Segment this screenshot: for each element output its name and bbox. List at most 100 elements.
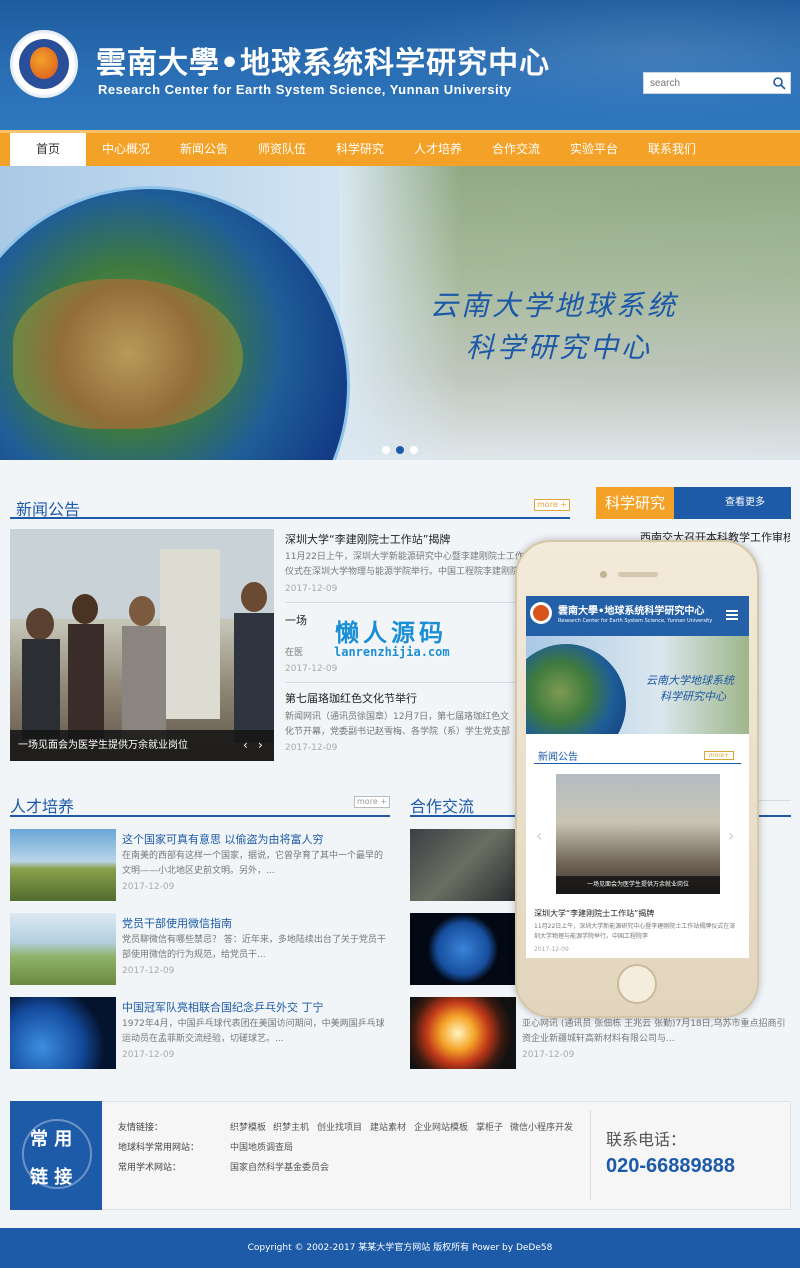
site-header: 雲南大學•地球系统科学研究中心 Research Center for Eart… [0,0,800,130]
nav-home[interactable]: 首页 [10,133,86,166]
site-title-en: Research Center for Earth System Science… [98,82,512,97]
slider-dot[interactable] [382,446,390,454]
news-item-title[interactable]: 深圳大学“李建刚院士工作站”揭牌 [285,531,555,547]
coop-thumb-3[interactable] [410,997,516,1069]
coop-item-desc: 亚心网讯 (通讯员 张佃栋 王兆云 张勤)7月18日,乌苏市重点招商引资企业新疆… [522,1019,786,1044]
coop-section-title: 合作交流 [410,797,475,816]
nav-lab[interactable]: 实验平台 [560,133,628,166]
phone-news-item-title[interactable]: 深圳大学“李建刚院士工作站”揭牌 [534,908,654,919]
links-badge: 常 用 链 接 [10,1101,102,1210]
talent-item-date: 2017-12-09 [122,882,175,892]
nav-faculty[interactable]: 师资队伍 [248,133,316,166]
links-row-label: 常用学术网站： [118,1163,182,1173]
talent-item-date: 2017-12-09 [122,1050,175,1060]
coop-thumb-2[interactable] [410,913,516,985]
phone-home-button [617,964,657,1004]
news-item-desc: 在医 [285,648,304,658]
phone-news-title: 新闻公告 [538,752,578,763]
talent-more-button[interactable]: more + [354,796,390,808]
phone-banner-line2: 科学研究中心 [660,690,726,703]
contact-phone-number: 020-66889888 [606,1155,736,1177]
chevron-right-icon[interactable]: › [258,738,263,752]
talent-thumb-3[interactable] [10,997,116,1069]
main-nav: 首页 中心概况 新闻公告 师资队伍 科学研究 人才培养 合作交流 实验平台 联系… [0,130,800,166]
phone-more-button[interactable]: more+ [704,751,734,760]
science-more-button[interactable]: 查看更多 [700,487,790,519]
search-input[interactable] [644,73,764,93]
news-more-button[interactable]: more + [534,499,570,511]
link-item[interactable]: 掌柜子 [476,1120,503,1133]
nav-news[interactable]: 新闻公告 [170,133,238,166]
link-item[interactable]: 织梦模板 [230,1120,266,1133]
coop-item-date: 2017-12-09 [522,1050,575,1060]
divider [590,1110,591,1200]
link-item[interactable]: 织梦主机 [273,1120,309,1133]
talent-item-date: 2017-12-09 [122,966,175,976]
news-item-date: 2017-12-09 [285,584,338,594]
talent-item-desc: 党员聊微信有哪些禁忌？ 答：近年来，多地陆续出台了关于党员干部使用微信的行为规范… [122,935,386,960]
nav-cooperation[interactable]: 合作交流 [482,133,550,166]
news-item-desc: 新闻网讯（通讯员徐国章）12月7日，第七届珞珈红色文化节开幕，党委副书记赵雪梅、… [285,712,511,737]
banner-globe-image [0,186,350,460]
news-item-date: 2017-12-09 [285,664,338,674]
link-item[interactable]: 国家自然科学基金委员会 [230,1160,329,1173]
banner-headline-line2: 科学研究中心 [466,331,653,364]
menu-icon[interactable] [726,610,738,620]
chevron-left-icon[interactable]: ‹ [536,826,542,845]
divider [534,763,741,764]
phone-camera [600,571,607,578]
news-item-title[interactable]: 一场 [285,612,315,628]
banner-headline-line1: 云南大学地球系统 [430,289,679,322]
science-section-title: 科学研究 [596,487,674,519]
watermark-url: lanrenzhijia.com [334,645,450,659]
phone-banner[interactable]: 云南大学地球系统 科学研究中心 [526,636,749,734]
search-box [643,72,791,94]
talent-item-title[interactable]: 中国冠军队亮相联合国纪念乒乓外交 丁宁 [122,999,390,1015]
chevron-left-icon[interactable]: ‹ [243,738,248,752]
contact-phone-label: 联系电话： [606,1130,687,1149]
chevron-right-icon[interactable]: › [728,826,734,845]
link-item[interactable]: 微信小程序开发 [510,1120,573,1133]
link-item[interactable]: 创业找项目 [317,1120,362,1133]
phone-speaker [618,572,658,577]
university-logo[interactable] [10,30,78,98]
links-badge-line1: 常 用 [30,1129,73,1150]
nav-contact[interactable]: 联系我们 [638,133,706,166]
site-title-cn: 雲南大學•地球系统科学研究中心 [96,46,551,81]
hero-banner[interactable]: 云南大学地球系统 科学研究中心 [0,166,800,460]
coop-thumb-1[interactable] [410,829,516,901]
divider [10,517,570,519]
links-badge-line2: 链 接 [30,1167,73,1188]
link-item[interactable]: 中国地质调查局 [230,1140,293,1153]
talent-item-desc: 在南美的西部有这样一个国家，据说，它曾孕育了其中一个最早的文明——小北地区史前文… [122,851,384,876]
news-feature-image[interactable] [10,529,274,761]
phone-title-cn: 雲南大學•地球系统科学研究中心 [558,606,705,617]
talent-thumb-2[interactable] [10,913,116,985]
talent-thumb-1[interactable] [10,829,116,901]
phone-news-item-date: 2017-12-09 [534,946,569,953]
phone-news-item-desc: 11月22日上午，深圳大学新能源研究中心暨李建刚院士工作站揭牌仪式在深圳大学物理… [534,923,736,940]
copyright-footer: Copyright © 2002-2017 某某大学官方网站 版权所有 Powe… [0,1228,800,1268]
search-icon[interactable] [772,76,786,90]
links-row-label: 友情链接： [118,1123,164,1133]
watermark-text: 懒人源码 [335,619,447,647]
news-item-date: 2017-12-09 [285,743,338,753]
phone-header: 雲南大學•地球系统科学研究中心 Research Center for Eart… [526,596,749,636]
news-feature-caption[interactable]: 一场见面会为医学生提供万余就业岗位 [10,730,274,761]
talent-item-desc: 1972年4月，中国乒乓球代表团在美国访问期间，中美两国乒乓球运动员在孟菲斯交流… [122,1019,385,1044]
slider-dot[interactable] [410,446,418,454]
nav-talent[interactable]: 人才培养 [404,133,472,166]
nav-about[interactable]: 中心概况 [92,133,160,166]
divider [10,815,390,817]
link-item[interactable]: 企业网站模板 [414,1120,468,1133]
talent-item-title[interactable]: 党员干部使用微信指南 [122,915,390,931]
phone-news-caption[interactable]: 一场见面会为医学生提供万余就业岗位 [556,876,720,894]
phone-banner-line1: 云南大学地球系统 [646,674,734,687]
links-row-label: 地球科学常用网站： [118,1143,200,1153]
slider-dot-active[interactable] [396,446,404,454]
nav-research[interactable]: 科学研究 [326,133,394,166]
link-item[interactable]: 建站素材 [370,1120,406,1133]
talent-item-title[interactable]: 这个国家可真有意思 以偷盗为由将富人穷 [122,831,390,847]
phone-title-en: Research Center for Earth System Science… [558,618,713,624]
phone-logo [530,602,552,624]
